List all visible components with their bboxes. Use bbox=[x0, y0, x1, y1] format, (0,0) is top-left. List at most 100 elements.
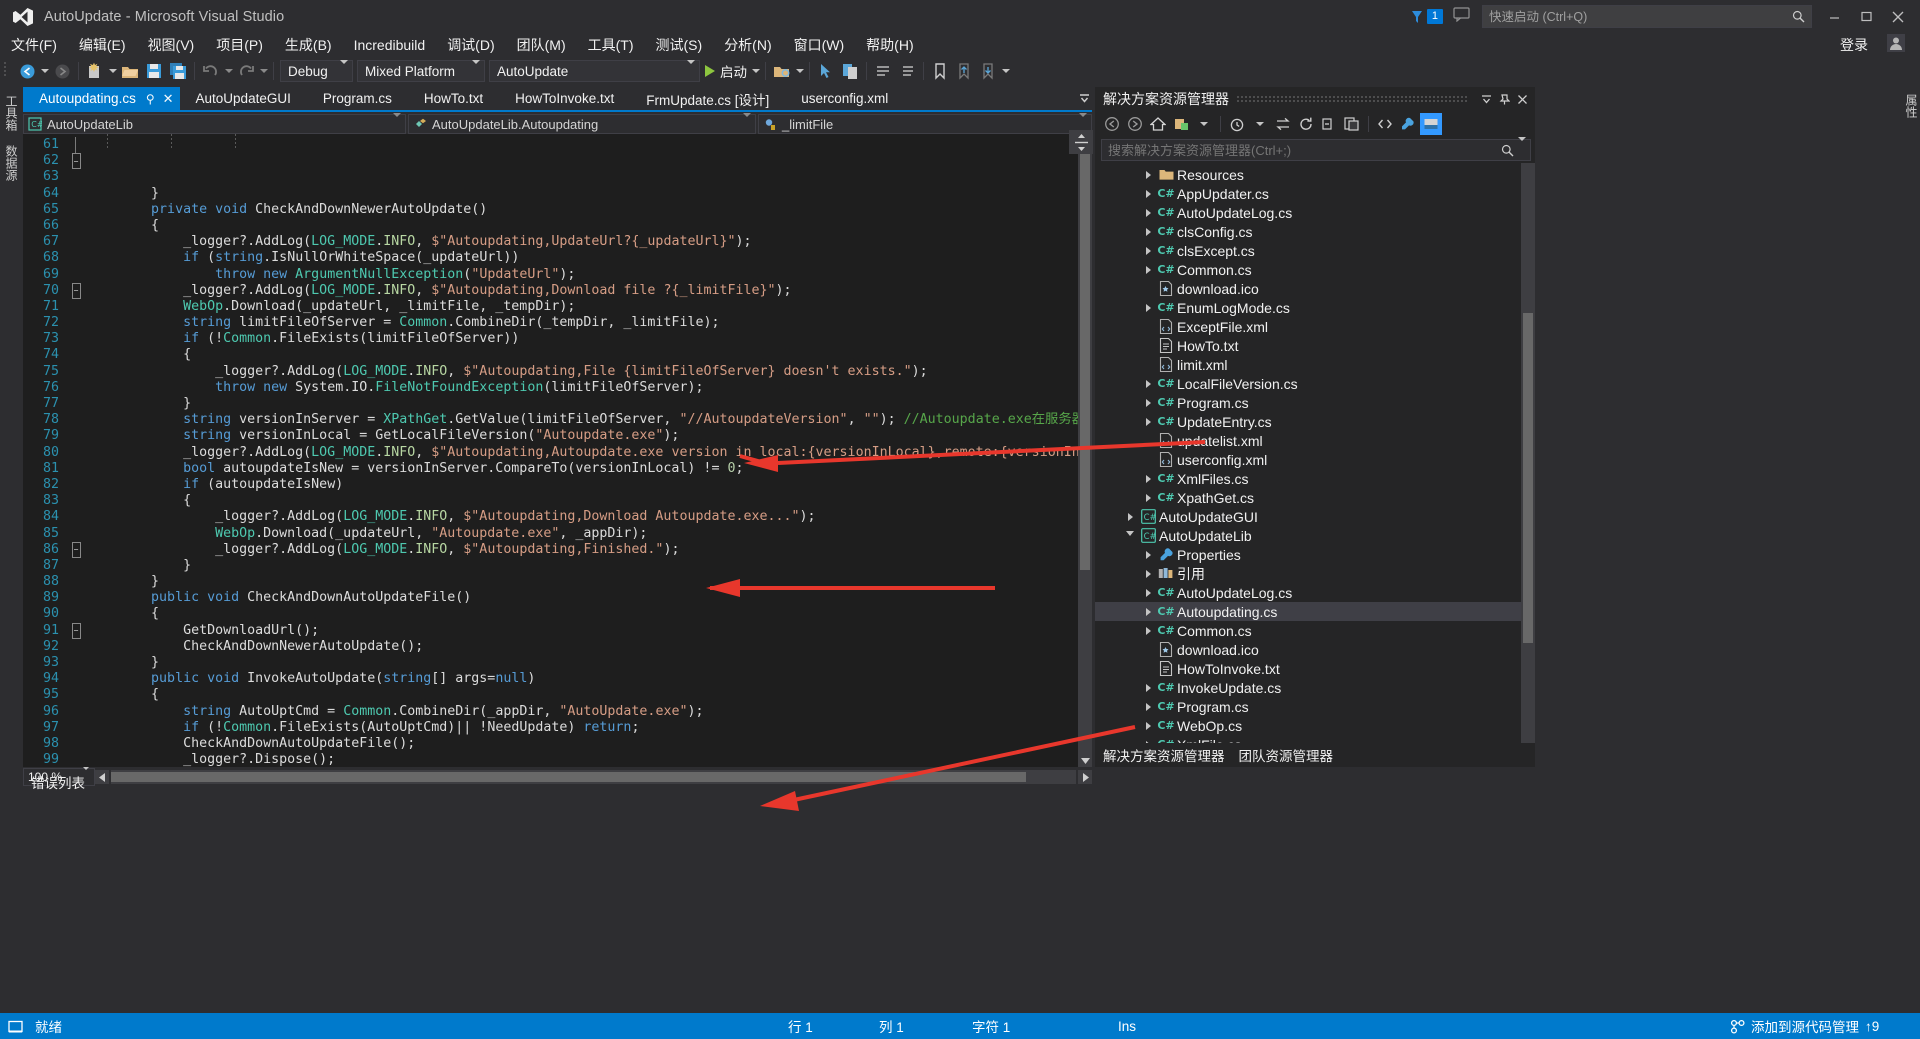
toolbox-tab[interactable]: 工具箱 bbox=[0, 88, 23, 138]
menu-team[interactable]: 团队(M) bbox=[506, 34, 577, 56]
chevron-right-icon[interactable] bbox=[1141, 474, 1155, 483]
tree-item[interactable]: C# AutoUpdateLib bbox=[1095, 526, 1535, 545]
tree-item[interactable]: C# Common.cs bbox=[1095, 260, 1535, 279]
tree-item[interactable]: HowToInvoke.txt bbox=[1095, 659, 1535, 678]
menu-build[interactable]: 生成(B) bbox=[274, 34, 343, 56]
chevron-right-icon[interactable] bbox=[1141, 740, 1155, 743]
solution-explorer-search[interactable] bbox=[1101, 137, 1531, 161]
tab-frmupdate-cs-design[interactable]: FrmUpdate.cs [设计] bbox=[630, 87, 786, 110]
solution-platform-combo[interactable]: Mixed Platform bbox=[357, 59, 485, 82]
menu-project[interactable]: 项目(P) bbox=[205, 34, 274, 56]
tree-item[interactable]: C# AutoUpdateGUI bbox=[1095, 507, 1535, 526]
tree-item[interactable]: C# Common.cs bbox=[1095, 621, 1535, 640]
tree-item[interactable]: C# AutoUpdateLog.cs bbox=[1095, 203, 1535, 222]
navbar-project-combo[interactable]: C# AutoUpdateLib bbox=[23, 112, 406, 134]
refresh-icon[interactable] bbox=[1295, 113, 1317, 135]
tree-item[interactable]: C# AppUpdater.cs bbox=[1095, 184, 1535, 203]
sync-icon[interactable] bbox=[1272, 113, 1294, 135]
tree-item[interactable]: ExceptFile.xml bbox=[1095, 317, 1535, 336]
pointer-select-icon[interactable] bbox=[814, 59, 838, 83]
tree-item[interactable]: C# LocalFileVersion.cs bbox=[1095, 374, 1535, 393]
view-code-icon[interactable] bbox=[1374, 113, 1396, 135]
minimize-button[interactable] bbox=[1818, 5, 1850, 29]
menu-file[interactable]: 文件(F) bbox=[0, 34, 68, 56]
fold-marker[interactable]: − bbox=[65, 282, 87, 299]
tree-item[interactable]: C# UpdateEntry.cs bbox=[1095, 412, 1535, 431]
navigate-forward-button[interactable] bbox=[50, 59, 74, 83]
tree-item[interactable]: download.ico bbox=[1095, 640, 1535, 659]
sign-in-button[interactable]: 登录 bbox=[1826, 33, 1882, 57]
solution-explorer-search-input[interactable] bbox=[1108, 142, 1501, 158]
toolbar-overflow-button[interactable] bbox=[1000, 59, 1011, 83]
chevron-right-icon[interactable] bbox=[1141, 170, 1155, 179]
chevron-right-icon[interactable] bbox=[1141, 379, 1155, 388]
switch-views-dropdown[interactable] bbox=[1193, 113, 1215, 135]
solution-explorer-tree[interactable]: Resources C# AppUpdater.cs C# AutoUpdateLog.… bbox=[1095, 163, 1535, 743]
maximize-button[interactable] bbox=[1850, 5, 1882, 29]
chevron-right-icon[interactable] bbox=[1141, 227, 1155, 236]
fold-marker[interactable]: − bbox=[65, 622, 87, 639]
home-icon[interactable] bbox=[1147, 113, 1169, 135]
panel-menu-button[interactable] bbox=[1477, 89, 1495, 109]
properties-tab[interactable]: 属性 bbox=[1900, 87, 1920, 125]
chevron-down-icon[interactable] bbox=[1123, 531, 1137, 540]
chevron-right-icon[interactable] bbox=[1141, 493, 1155, 502]
chevron-right-icon[interactable] bbox=[1141, 417, 1155, 426]
menu-help[interactable]: 帮助(H) bbox=[855, 34, 924, 56]
new-project-dropdown[interactable] bbox=[107, 59, 118, 83]
solution-explorer-scrollbar[interactable] bbox=[1521, 163, 1535, 743]
tab-autoupdategui[interactable]: AutoUpdateGUI bbox=[179, 87, 307, 110]
comment-lines-icon[interactable] bbox=[871, 59, 895, 83]
startup-project-combo[interactable]: AutoUpdate bbox=[489, 59, 700, 82]
menu-analyze[interactable]: 分析(N) bbox=[713, 34, 782, 56]
collapse-all-icon[interactable] bbox=[1318, 113, 1340, 135]
redo-icon[interactable] bbox=[234, 59, 258, 83]
chevron-right-icon[interactable] bbox=[1141, 588, 1155, 597]
chevron-right-icon[interactable] bbox=[1141, 569, 1155, 578]
scroll-down-arrow[interactable] bbox=[1078, 753, 1092, 767]
footer-tab-team-explorer[interactable]: 团队资源管理器 bbox=[1239, 745, 1334, 765]
navigate-backward-dropdown[interactable] bbox=[39, 59, 50, 83]
editor-scroll-thumb[interactable] bbox=[1080, 150, 1090, 570]
next-bookmark-icon[interactable] bbox=[976, 59, 1000, 83]
tab-howtoinvoke-txt[interactable]: HowToInvoke.txt bbox=[499, 87, 631, 110]
save-icon[interactable] bbox=[142, 59, 166, 83]
open-file-icon[interactable] bbox=[118, 59, 142, 83]
panel-pin-button[interactable] bbox=[1495, 89, 1513, 109]
navbar-type-combo[interactable]: AutoUpdateLib.Autoupdating bbox=[408, 112, 756, 134]
chevron-right-icon[interactable] bbox=[1141, 189, 1155, 198]
quick-launch-input[interactable] bbox=[1489, 9, 1792, 24]
tree-item[interactable]: C# clsConfig.cs bbox=[1095, 222, 1535, 241]
chevron-right-icon[interactable] bbox=[1141, 550, 1155, 559]
se-scroll-thumb[interactable] bbox=[1523, 313, 1533, 643]
new-project-icon[interactable] bbox=[83, 59, 107, 83]
tree-item[interactable]: HowTo.txt bbox=[1095, 336, 1535, 355]
close-tab-icon[interactable]: ✕ bbox=[163, 91, 174, 107]
account-icon[interactable] bbox=[1886, 33, 1906, 58]
error-list-tab[interactable]: 错误列表 bbox=[23, 770, 1092, 794]
tree-item[interactable]: C# Autoupdating.cs bbox=[1095, 602, 1535, 621]
chevron-right-icon[interactable] bbox=[1141, 683, 1155, 692]
tree-item[interactable]: C# XpathGet.cs bbox=[1095, 488, 1535, 507]
data-sources-tab[interactable]: 数据源 bbox=[0, 138, 23, 188]
splitter-handle[interactable] bbox=[1069, 130, 1093, 154]
save-all-icon[interactable] bbox=[166, 59, 190, 83]
tree-item[interactable]: C#XmlFile.cs bbox=[1095, 735, 1535, 743]
tab-overflow-button[interactable] bbox=[1076, 87, 1092, 110]
undo-icon[interactable] bbox=[199, 59, 223, 83]
code-editor[interactable]: 61 62 63 64 65 66 67 68 69 70 71 72 73 74 75 76 77 78 79 80… bbox=[23, 134, 1092, 767]
solution-configuration-combo[interactable]: Debug bbox=[280, 59, 353, 82]
tree-item[interactable]: updatelist.xml bbox=[1095, 431, 1535, 450]
chevron-right-icon[interactable] bbox=[1141, 398, 1155, 407]
back-icon[interactable] bbox=[1101, 113, 1123, 135]
send-feedback-icon[interactable] bbox=[1453, 6, 1470, 27]
attach-dropdown[interactable] bbox=[794, 59, 805, 83]
tree-item[interactable]: C# Program.cs bbox=[1095, 393, 1535, 412]
panel-close-button[interactable] bbox=[1513, 89, 1531, 109]
start-debug-dropdown[interactable] bbox=[750, 59, 761, 83]
pending-changes-dropdown[interactable] bbox=[1249, 113, 1271, 135]
tree-item[interactable]: Properties bbox=[1095, 545, 1535, 564]
chevron-right-icon[interactable] bbox=[1141, 626, 1155, 635]
chevron-right-icon[interactable] bbox=[1141, 208, 1155, 217]
tree-item[interactable]: 引用 bbox=[1095, 564, 1535, 583]
